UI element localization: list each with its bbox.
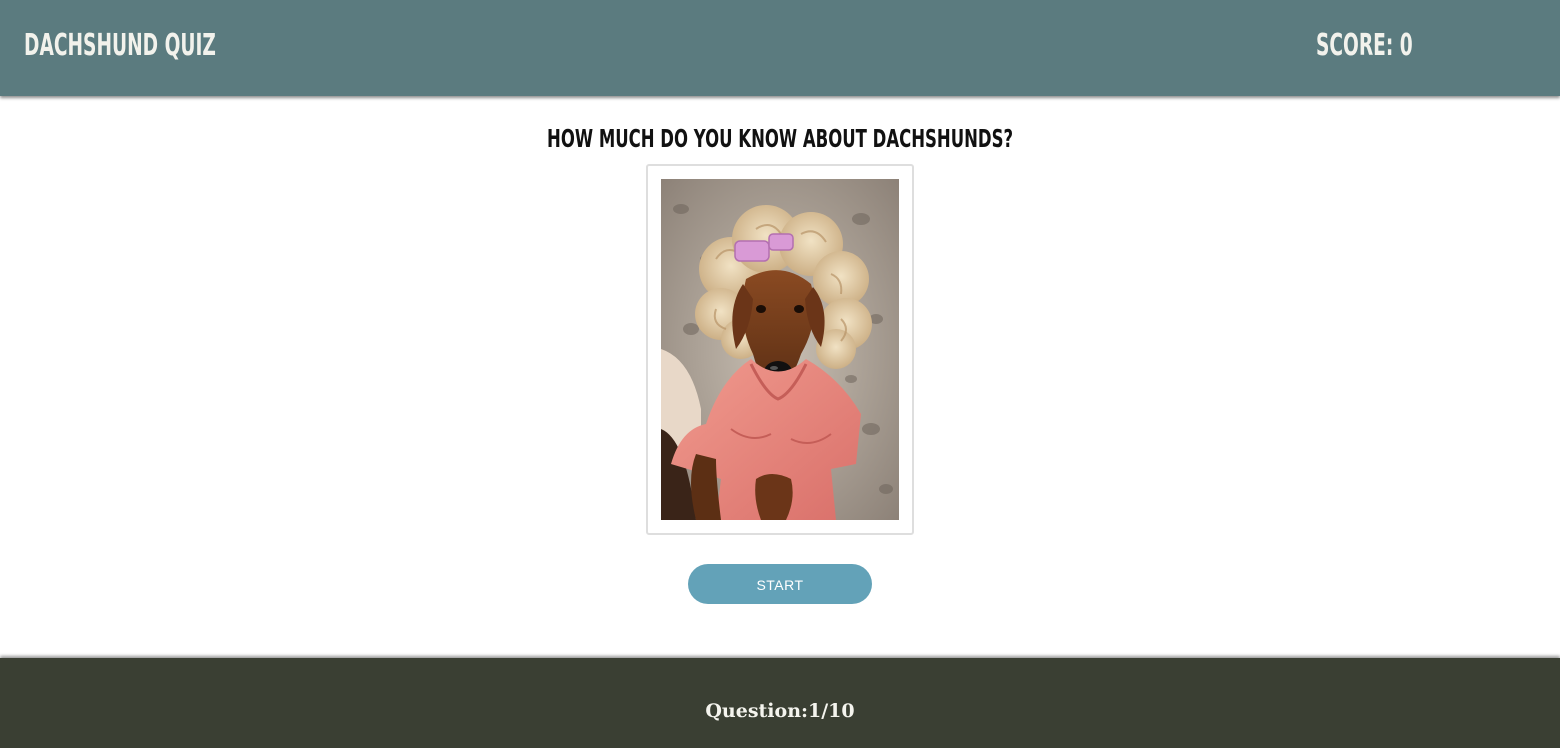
site-title[interactable]: DACHSHUND QUIZ [24, 28, 216, 63]
start-button[interactable]: START [688, 564, 872, 604]
score-display: SCORE: 0 [1316, 28, 1413, 63]
quiz-headline: HOW MUCH DO YOU KNOW ABOUT DACHSHUNDS? [0, 124, 1560, 153]
dachshund-photo [661, 179, 899, 520]
question-counter: Question:1/10 [705, 700, 855, 722]
header-bar: DACHSHUND QUIZ SCORE: 0 [0, 0, 1560, 96]
photo-frame [646, 164, 914, 535]
footer-bar: Question:1/10 [0, 658, 1560, 748]
headline-text: HOW MUCH DO YOU KNOW ABOUT DACHSHUNDS? [546, 124, 1014, 153]
